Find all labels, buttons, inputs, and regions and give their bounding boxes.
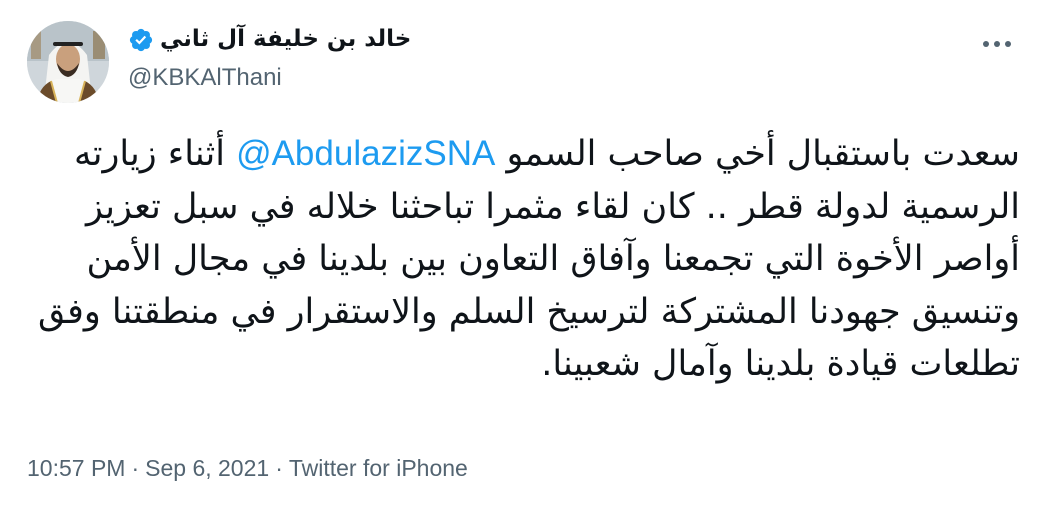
profile-photo-icon: [27, 21, 109, 103]
more-horizontal-icon-dot: [994, 41, 1000, 47]
author-handle[interactable]: @KBKAlThani: [128, 64, 282, 92]
avatar[interactable]: [27, 21, 109, 103]
meta-separator: ·: [131, 455, 140, 481]
tweet-text: سعدت باستقبال أخي صاحب السمو @AbdulazizS…: [24, 128, 1020, 391]
author-name-row[interactable]: خالد بن خليفة آل ثاني: [128, 24, 411, 60]
meta-separator: ·: [275, 455, 283, 481]
more-horizontal-icon-dot: [1005, 41, 1011, 47]
verified-badge-icon: [129, 28, 153, 52]
more-horizontal-icon: [983, 41, 989, 47]
tweet-source[interactable]: Twitter for iPhone: [289, 455, 468, 481]
tweet: خالد بن خليفة آل ثاني @KBKAlThani سعدت ب…: [0, 0, 1045, 509]
tweet-date[interactable]: Sep 6, 2021: [145, 455, 269, 481]
more-options-button[interactable]: [975, 32, 1019, 56]
tweet-metadata: 10:57 PM · Sep 6, 2021 · Twitter for iPhone: [27, 455, 468, 482]
author-display-name[interactable]: خالد بن خليفة آل ثاني: [160, 26, 411, 52]
tweet-text-start: سعدت باستقبال أخي صاحب السمو: [495, 134, 1020, 174]
tweet-header: خالد بن خليفة آل ثاني @KBKAlThani: [0, 0, 1045, 120]
mention-link[interactable]: @AbdulazizSNA: [236, 134, 495, 173]
tweet-time[interactable]: 10:57 PM: [27, 455, 125, 481]
